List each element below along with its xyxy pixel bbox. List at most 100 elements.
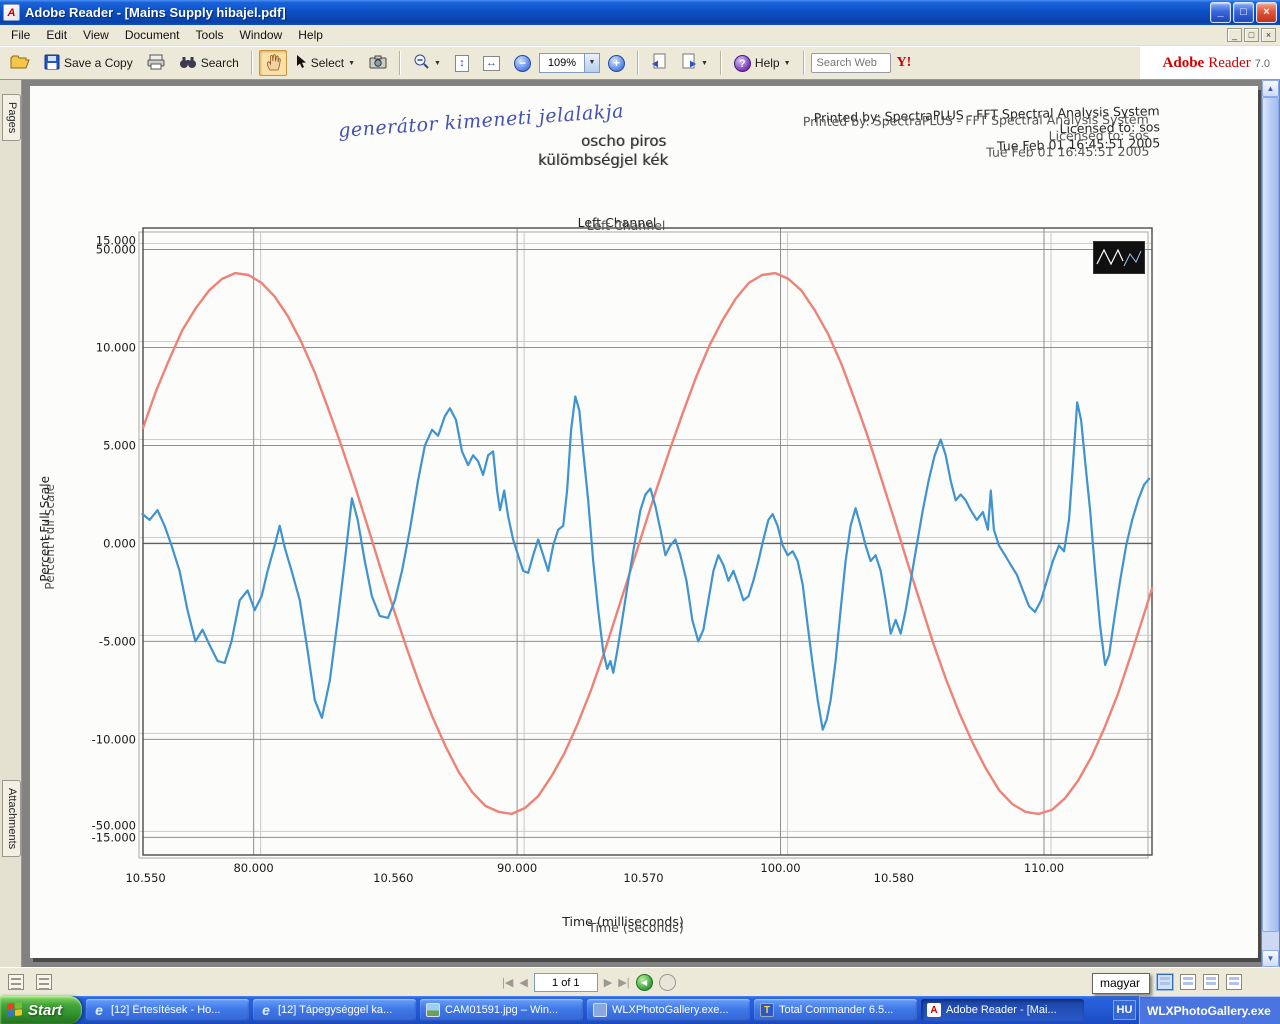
search-button[interactable]: Search xyxy=(173,50,245,76)
hand-tool-button[interactable] xyxy=(258,50,287,76)
continuous-facing-layout-icon[interactable] xyxy=(1226,974,1242,990)
menu-document[interactable]: Document xyxy=(117,26,188,44)
menu-bar: File Edit View Document Tools Window Help _ □ … xyxy=(0,25,1280,46)
page-number-input[interactable] xyxy=(533,973,598,992)
fit-width-button[interactable]: ↔ xyxy=(477,50,506,76)
chevron-down-icon: ▼ xyxy=(783,59,791,67)
document-close-button[interactable]: × xyxy=(1261,28,1276,42)
brand-reader-label: Reader xyxy=(1208,55,1251,71)
start-button[interactable]: Start xyxy=(0,996,82,1024)
select-tool-button[interactable]: Select ▼ xyxy=(289,50,361,76)
toolbar-separator xyxy=(250,51,253,75)
chevron-down-icon: ▼ xyxy=(434,59,441,67)
yahoo-icon[interactable]: Y! xyxy=(893,55,916,71)
last-page-icon[interactable]: ▶| xyxy=(618,976,629,989)
zoom-decrease-button[interactable]: − xyxy=(508,50,537,76)
print-button[interactable] xyxy=(141,50,171,76)
svg-text:5.000: 5.000 xyxy=(103,439,136,453)
help-button[interactable]: ? Help ▼ xyxy=(728,50,797,76)
document-area: Pages Attachments Printed by: SpectraPLU… xyxy=(0,80,1280,967)
previous-view-icon[interactable]: ◀ xyxy=(635,974,653,991)
svg-text:110.00: 110.00 xyxy=(1024,861,1064,875)
scroll-up-icon[interactable]: ▲ xyxy=(1262,80,1279,97)
document-minimize-button[interactable]: _ xyxy=(1227,28,1242,42)
taskbar-button[interactable]: A Adobe Reader - [Mai... xyxy=(921,999,1084,1021)
facing-layout-icon[interactable] xyxy=(1203,974,1219,990)
spectraplus-logo-icon xyxy=(1093,241,1145,274)
previous-page-icon[interactable]: ◀ xyxy=(519,976,527,989)
previous-view-button[interactable] xyxy=(645,50,673,76)
taskbar-button[interactable]: e [12] Tápegységgel ka... xyxy=(253,999,416,1021)
next-view-icon[interactable] xyxy=(658,974,676,991)
menu-help[interactable]: Help xyxy=(290,26,331,44)
zoom-increase-button[interactable]: + xyxy=(602,50,631,76)
document-restore-button[interactable]: □ xyxy=(1244,28,1259,42)
next-page-icon[interactable]: ▶ xyxy=(604,976,612,989)
next-view-button[interactable]: ▼ xyxy=(675,50,714,76)
zoom-plus-icon: + xyxy=(607,54,625,72)
waveform-chart: 15.00050.00010.0005.0000.000-5.000-10.00… xyxy=(92,227,1154,885)
zoom-dropdown-icon[interactable]: ▼ xyxy=(583,54,599,72)
snapshot-tool-button[interactable] xyxy=(363,50,393,76)
save-a-copy-button[interactable]: Save a Copy xyxy=(38,50,139,76)
search-web-input[interactable] xyxy=(810,53,891,73)
note-blue-annotation: külömbségjel kék xyxy=(538,151,669,169)
continuous-layout-icon[interactable] xyxy=(1180,974,1196,990)
taskbar-button-label: WLXPhotoGallery.exe... xyxy=(612,1004,729,1016)
toolbar-separator xyxy=(802,51,805,75)
toolbar-separator xyxy=(719,51,722,75)
tc-icon: T xyxy=(760,1003,774,1017)
windows-flag-icon xyxy=(7,1001,23,1019)
close-button[interactable]: × xyxy=(1256,2,1277,23)
zoom-level-input[interactable] xyxy=(539,54,584,72)
taskbar-button[interactable]: CAM01591.jpg – Win... xyxy=(420,999,583,1021)
open-button[interactable] xyxy=(4,50,36,76)
single-page-layout-icon[interactable] xyxy=(1157,974,1173,990)
fit-width-page-icon: ↔ xyxy=(482,55,500,71)
toolbar-separator xyxy=(636,51,639,75)
zoom-level-control: ▼ xyxy=(538,53,600,73)
minimize-button[interactable]: _ xyxy=(1210,2,1231,23)
scrollbar-thumb[interactable] xyxy=(1262,97,1279,932)
taskbar-button[interactable]: e [12] Értesítések - Ho... xyxy=(86,999,249,1021)
adobe-icon: A xyxy=(927,1003,941,1017)
language-popup[interactable]: magyar xyxy=(1092,973,1151,994)
floppy-disk-icon xyxy=(44,54,60,73)
adobe-reader-app-icon[interactable]: A xyxy=(3,4,20,21)
page-navigation: |◀ ◀ ▶ ▶| ◀ xyxy=(502,973,676,992)
menu-file[interactable]: File xyxy=(3,26,38,44)
zoom-out-tool-button[interactable]: ▼ xyxy=(407,50,447,76)
menu-tools[interactable]: Tools xyxy=(188,26,232,44)
pdf-page[interactable]: Printed by: SpectraPLUS - FFT Spectral A… xyxy=(30,86,1258,958)
taskbar-button-label: CAM01591.jpg – Win... xyxy=(445,1004,559,1016)
language-indicator[interactable]: HU xyxy=(1113,1000,1136,1020)
screen: A Adobe Reader - [Mains Supply hibajel.p… xyxy=(0,0,1280,1024)
restore-button[interactable]: □ xyxy=(1233,2,1254,23)
toolbar-separator xyxy=(399,51,402,75)
tray-tooltip: WLXPhotoGallery.exe xyxy=(1139,996,1280,1024)
first-page-icon[interactable]: |◀ xyxy=(502,976,513,989)
svg-text:10.580: 10.580 xyxy=(874,871,914,885)
adobe-reader-brand: Adobe Reader 7.0 xyxy=(1140,47,1280,79)
status-bar: |◀ ◀ ▶ ▶| ◀ xyxy=(0,967,1280,996)
tab-attachments[interactable]: Attachments xyxy=(2,780,21,858)
vertical-scrollbar[interactable]: ▲ ▼ xyxy=(1262,80,1279,967)
menu-window[interactable]: Window xyxy=(232,26,291,44)
page-size-icon[interactable] xyxy=(8,974,24,990)
brand-adobe-label: Adobe xyxy=(1162,55,1205,71)
fit-page-button[interactable]: ↕ xyxy=(449,50,475,76)
scroll-down-icon[interactable]: ▼ xyxy=(1262,950,1279,967)
svg-text:100.00: 100.00 xyxy=(760,861,800,875)
menu-view[interactable]: View xyxy=(75,26,117,44)
taskbar-button[interactable]: WLXPhotoGallery.exe... xyxy=(587,999,750,1021)
menu-edit[interactable]: Edit xyxy=(38,26,75,44)
svg-text:-10.000: -10.000 xyxy=(92,732,136,746)
svg-text:80.000: 80.000 xyxy=(233,861,273,875)
status-options-icon[interactable] xyxy=(36,974,52,990)
system-tray: HU WLXPhotoGallery.exe xyxy=(1113,996,1280,1024)
tab-pages[interactable]: Pages xyxy=(2,94,21,142)
camera-icon xyxy=(369,55,387,72)
svg-text:0.000: 0.000 xyxy=(103,537,136,551)
taskbar-button[interactable]: T Total Commander 6.5... xyxy=(754,999,917,1021)
taskbar-button-label: Total Commander 6.5... xyxy=(779,1004,894,1016)
